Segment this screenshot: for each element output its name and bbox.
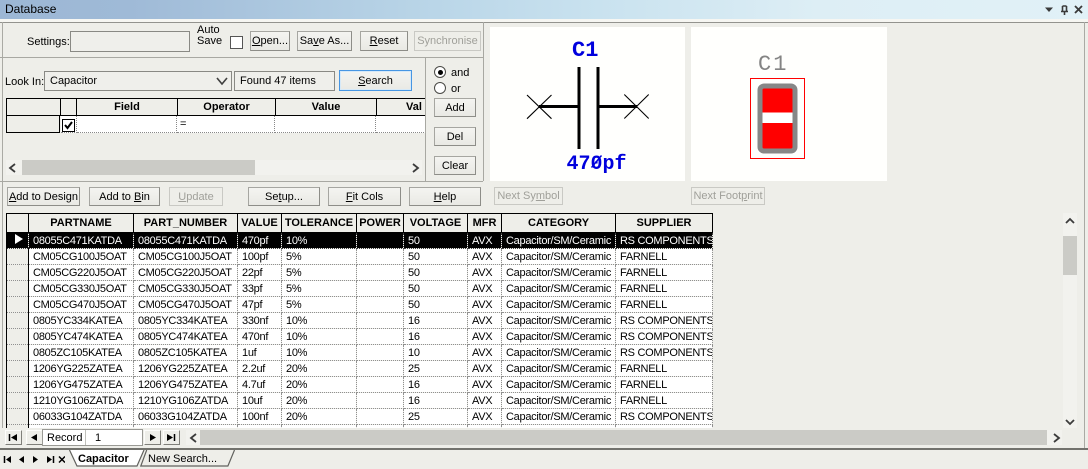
svg-text:C1: C1 <box>758 52 788 77</box>
svg-text:C1: C1 <box>572 38 598 63</box>
svg-text:470pf: 470pf <box>567 153 627 176</box>
